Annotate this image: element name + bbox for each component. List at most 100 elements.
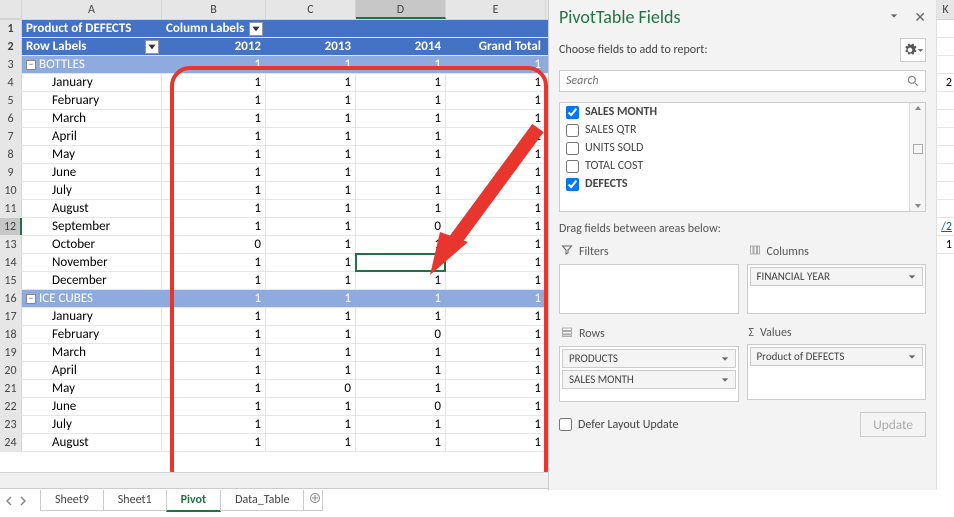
cell[interactable]: 1 [356, 272, 446, 289]
row-label[interactable]: August [22, 200, 162, 217]
row-label[interactable]: July [22, 182, 162, 199]
cell[interactable]: 1 [446, 200, 546, 217]
cell[interactable]: 1 [266, 290, 356, 307]
cell[interactable]: 1 [162, 218, 266, 235]
row-num[interactable]: 19 [0, 344, 22, 361]
cell[interactable]: 1 [356, 74, 446, 91]
field-checkbox[interactable] [566, 142, 579, 155]
cell[interactable]: 1 [162, 110, 266, 127]
row-label[interactable]: January [22, 308, 162, 325]
panel-dropdown[interactable] [890, 10, 898, 24]
cell[interactable]: 1 [446, 218, 546, 235]
row-num[interactable]: 5 [0, 92, 22, 109]
col-field-pill[interactable]: FINANCIAL YEAR [750, 267, 924, 286]
row-label[interactable]: June [22, 164, 162, 181]
cell[interactable]: 1 [446, 74, 546, 91]
year-2014[interactable]: 2014 [356, 38, 446, 55]
row-label[interactable]: September [22, 218, 162, 235]
cell[interactable]: 1 [446, 326, 546, 343]
cell[interactable]: 1 [162, 308, 266, 325]
cell[interactable]: 1 [446, 128, 546, 145]
cell[interactable] [937, 128, 954, 146]
cell[interactable]: 1 [356, 56, 446, 73]
row-label[interactable]: February [22, 326, 162, 343]
cell[interactable]: 1 [266, 434, 356, 451]
cell[interactable]: 0 [356, 326, 446, 343]
field-checkbox[interactable] [566, 160, 579, 173]
field-checkbox[interactable] [566, 178, 579, 191]
cell[interactable] [356, 20, 446, 37]
cell[interactable]: 1 [266, 56, 356, 73]
row-label[interactable]: February [22, 92, 162, 109]
cell[interactable] [937, 20, 954, 38]
field-checkbox-row[interactable]: UNITS SOLD [560, 139, 925, 157]
row-label[interactable]: December [22, 272, 162, 289]
defer-layout-checkbox[interactable]: Defer Layout Update [559, 418, 679, 432]
cell[interactable] [937, 146, 954, 164]
cell[interactable]: 0 [266, 380, 356, 397]
cell[interactable]: 1 [937, 236, 954, 254]
cell[interactable]: 1 [446, 110, 546, 127]
cell[interactable]: 1 [266, 308, 356, 325]
close-icon[interactable]: ✕ [914, 9, 926, 26]
cell[interactable]: 1 [266, 416, 356, 433]
tab-datatable[interactable]: Data_Table [220, 490, 304, 511]
tab-nav[interactable] [4, 496, 28, 506]
cell[interactable]: 1 [356, 254, 446, 271]
field-checkbox[interactable] [566, 106, 579, 119]
row-num[interactable]: 1 [0, 20, 22, 37]
rows-dropzone[interactable]: PRODUCTS SALES MONTH [559, 346, 739, 402]
col-header-B[interactable]: B [162, 0, 266, 19]
cell[interactable]: 1 [266, 110, 356, 127]
row-label[interactable]: March [22, 110, 162, 127]
row-num[interactable]: 14 [0, 254, 22, 271]
cell[interactable]: 1 [162, 74, 266, 91]
cell[interactable]: 1 [356, 290, 446, 307]
grand-total[interactable]: Grand Total [446, 38, 546, 55]
cell[interactable]: 2 [937, 74, 954, 92]
cell[interactable]: 1 [266, 236, 356, 253]
field-checkbox-row[interactable]: DEFECTS [560, 175, 925, 193]
cell[interactable] [937, 182, 954, 200]
cell[interactable]: 1 [356, 344, 446, 361]
cell[interactable]: 1 [266, 146, 356, 163]
cell[interactable]: 1 [162, 128, 266, 145]
row-field-pill-2[interactable]: SALES MONTH [562, 370, 736, 389]
cell[interactable]: 1 [356, 182, 446, 199]
tab-sheet1[interactable]: Sheet1 [103, 490, 167, 511]
row-num[interactable]: 8 [0, 146, 22, 163]
cell[interactable]: 1 [446, 380, 546, 397]
cell[interactable]: 1 [356, 146, 446, 163]
cell[interactable]: 1 [356, 164, 446, 181]
row-field-pill-1[interactable]: PRODUCTS [562, 349, 736, 368]
cell[interactable]: 1 [162, 56, 266, 73]
cell[interactable]: 1 [162, 146, 266, 163]
row-label[interactable]: October [22, 236, 162, 253]
cell[interactable]: 1 [162, 344, 266, 361]
row-num[interactable]: 17 [0, 308, 22, 325]
cell[interactable]: 1 [446, 434, 546, 451]
search-input[interactable] [559, 70, 926, 92]
gear-button[interactable] [900, 38, 926, 62]
row-num[interactable]: 10 [0, 182, 22, 199]
row-labels-cell[interactable]: Row Labels [22, 38, 162, 55]
row-num[interactable]: 3 [0, 56, 22, 73]
row-num[interactable]: 18 [0, 326, 22, 343]
row-num[interactable]: 7 [0, 128, 22, 145]
cell[interactable]: 1 [356, 128, 446, 145]
cell[interactable]: 1 [266, 200, 356, 217]
cell[interactable]: 1 [162, 254, 266, 271]
cell[interactable]: 1 [266, 164, 356, 181]
row-label[interactable]: May [22, 146, 162, 163]
row-num[interactable]: 21 [0, 380, 22, 397]
column-labels-dropdown[interactable] [249, 22, 263, 36]
val-field-pill[interactable]: Product of DEFECTS [750, 347, 924, 366]
col-header-C[interactable]: C [266, 0, 356, 19]
fields-scrollbar[interactable] [909, 103, 925, 211]
cell[interactable] [937, 56, 954, 74]
row-num[interactable]: 9 [0, 164, 22, 181]
filters-dropzone[interactable] [559, 264, 739, 314]
cell[interactable]: 0 [162, 236, 266, 253]
cell[interactable] [937, 92, 954, 110]
cell[interactable]: 1 [266, 362, 356, 379]
